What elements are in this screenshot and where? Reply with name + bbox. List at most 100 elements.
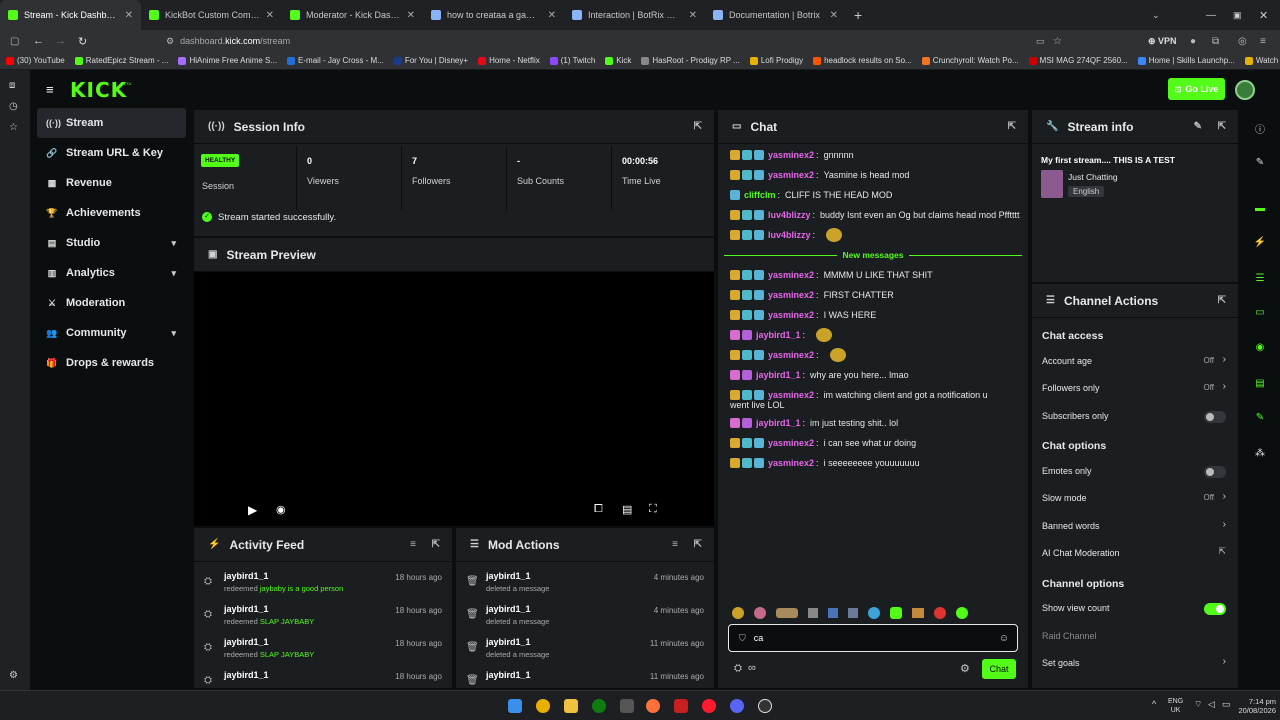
ai-moderation-setting[interactable]: AI Chat Moderation ⇱ xyxy=(1032,540,1238,568)
account-age-setting[interactable]: Account age Off › xyxy=(1032,348,1238,376)
hamburger-menu-icon[interactable]: ≡ xyxy=(46,82,54,97)
close-window-button[interactable]: ✕ xyxy=(1259,9,1268,22)
chat-username[interactable]: luv4blizzy xyxy=(768,225,811,245)
list-icon[interactable]: ☰ xyxy=(1250,268,1270,288)
broadcast-icon[interactable]: ◉ xyxy=(1250,337,1270,357)
subscribers-only-toggle[interactable] xyxy=(1204,410,1226,423)
close-tab-icon[interactable]: ✕ xyxy=(407,10,415,21)
browser-menu-icon[interactable]: ≡ xyxy=(1260,36,1266,47)
app-icon[interactable] xyxy=(674,699,688,713)
wrench-icon[interactable]: ✎ xyxy=(1250,407,1270,427)
bookmark-item[interactable]: Crunchyroll: Watch Po... xyxy=(921,56,1019,65)
bookmark-item[interactable]: Home - Netflix xyxy=(478,56,540,65)
filter-icon[interactable]: ≡ xyxy=(672,539,678,550)
activity-user[interactable]: jaybird1_1 xyxy=(224,637,269,647)
nav-item-stream-url-key[interactable]: 🔗 Stream URL & Key xyxy=(30,138,190,168)
activity-user[interactable]: jaybird1_1 xyxy=(224,604,269,614)
bookmark-item[interactable]: Watch Sword Art Onli... xyxy=(1244,56,1280,65)
emote-icon[interactable] xyxy=(956,607,968,619)
nav-item-achievements[interactable]: 🏆 Achievements xyxy=(30,198,190,228)
discord-icon[interactable] xyxy=(730,699,744,713)
emoji-picker-icon[interactable]: ☺ xyxy=(999,633,1009,644)
chat-username[interactable]: yasminex2 xyxy=(768,265,814,285)
volume-icon[interactable]: ◉ xyxy=(276,503,286,516)
mod-user[interactable]: jaybird1_1 xyxy=(486,637,531,647)
theater-mode-icon[interactable]: ⧠ xyxy=(594,503,603,516)
popout-icon[interactable]: ⇱ xyxy=(1218,295,1226,306)
bookmark-item[interactable]: RatedEpicz Stream - ... xyxy=(74,56,168,65)
emote-icon[interactable] xyxy=(776,608,798,618)
infinity-icon[interactable]: ∞ xyxy=(748,662,756,674)
sidebar-settings-icon[interactable]: ⚙ xyxy=(9,670,18,681)
nav-item-moderation[interactable]: ⚔ Moderation xyxy=(30,288,190,318)
windows-start-icon[interactable] xyxy=(508,699,522,713)
popout-icon[interactable]: ⇱ xyxy=(694,121,702,132)
chat-username[interactable]: jaybird1_1 xyxy=(756,365,801,385)
popout-icon[interactable]: ⇱ xyxy=(1218,121,1226,132)
obs-icon[interactable] xyxy=(758,699,772,713)
mod-user[interactable]: jaybird1_1 xyxy=(486,571,531,581)
opera-icon[interactable] xyxy=(702,699,716,713)
emote-icon[interactable] xyxy=(754,607,766,619)
edit-pencil-icon[interactable]: ✎ xyxy=(1250,152,1270,172)
close-tab-icon[interactable]: ✕ xyxy=(125,10,133,21)
chat-username[interactable]: yasminex2 xyxy=(768,345,814,365)
emote-icon[interactable] xyxy=(732,607,744,619)
filter-icon[interactable]: ≡ xyxy=(410,539,416,550)
tab-search-icon[interactable]: ⌄ xyxy=(1152,10,1160,21)
bookmark-star-icon[interactable]: ☆ xyxy=(1053,36,1062,47)
bookmark-item[interactable]: (30) YouTube xyxy=(6,56,65,65)
nav-item-community[interactable]: 👥 Community ▾ xyxy=(30,318,190,348)
close-tab-icon[interactable]: ✕ xyxy=(266,10,274,21)
chevron-down-icon[interactable]: ▾ xyxy=(171,328,176,339)
chat-username[interactable]: yasminex2 xyxy=(768,433,814,453)
user-avatar[interactable] xyxy=(1235,80,1255,100)
bookmark-item[interactable]: Kick xyxy=(605,56,631,65)
add-widget-icon[interactable]: ⁂ xyxy=(1250,443,1270,463)
chrome-icon[interactable] xyxy=(536,699,550,713)
activity-user[interactable]: jaybird1_1 xyxy=(224,571,269,581)
raid-channel-setting[interactable]: Raid Channel xyxy=(1032,623,1238,651)
reload-button[interactable]: ↻ xyxy=(78,35,87,48)
edit-icon[interactable]: ✎ xyxy=(1194,121,1202,132)
back-button[interactable]: ← xyxy=(33,35,44,47)
sliders-icon[interactable]: ▤ xyxy=(1250,373,1270,393)
screenshot-icon[interactable]: ▭ xyxy=(1036,36,1045,47)
nav-item-analytics[interactable]: ▥ Analytics ▾ xyxy=(30,258,190,288)
go-live-button[interactable]: ⊡ Go Live xyxy=(1168,78,1225,100)
maximize-button[interactable]: ▣ xyxy=(1233,10,1242,21)
bookmark-item[interactable]: MSI MAG 274QF 2560... xyxy=(1028,56,1128,65)
popout-icon[interactable]: ⇱ xyxy=(694,539,702,550)
chat-icon[interactable]: ▭ xyxy=(1250,302,1270,322)
workspaces-icon[interactable]: ⧈ xyxy=(9,80,15,91)
info-icon[interactable]: ⓘ xyxy=(1250,118,1270,138)
chevron-down-icon[interactable]: ▾ xyxy=(171,268,176,279)
card-icon[interactable]: ▬ xyxy=(1250,198,1270,218)
bookmark-item[interactable]: Home | Skills Launchp... xyxy=(1137,56,1235,65)
emote-icon[interactable] xyxy=(890,607,902,619)
chevron-down-icon[interactable]: ▾ xyxy=(171,238,176,249)
lightning-icon[interactable]: ⚡ xyxy=(1250,232,1270,252)
emote-icon[interactable] xyxy=(934,607,946,619)
wifi-icon[interactable]: ⌔ xyxy=(1194,699,1202,710)
history-icon[interactable]: ◷ xyxy=(9,101,18,112)
nav-item-revenue[interactable]: ▦ Revenue xyxy=(30,168,190,198)
mod-tools-icon[interactable]: ⛭ xyxy=(734,663,742,674)
browser-tab[interactable]: Stream - Kick Dashboard ✕ xyxy=(0,0,141,30)
chat-username[interactable]: yasminex2 xyxy=(768,285,814,305)
nav-item-studio[interactable]: ▤ Studio ▾ xyxy=(30,228,190,258)
mod-user[interactable]: jaybird1_1 xyxy=(486,670,531,680)
emote-icon[interactable] xyxy=(868,607,880,619)
chat-username[interactable]: luv4blizzy xyxy=(768,205,811,225)
emotes-only-toggle[interactable] xyxy=(1204,465,1226,478)
new-tab-button[interactable]: + xyxy=(854,7,862,23)
bookmark-item[interactable]: HiAnime Free Anime S... xyxy=(178,56,277,65)
volume-icon[interactable]: ◁ xyxy=(1208,699,1215,710)
chat-input[interactable]: ⛉ ca ☺ xyxy=(728,624,1018,652)
chat-username[interactable]: jaybird1_1 xyxy=(756,413,801,433)
file-explorer-icon[interactable] xyxy=(564,699,578,713)
play-button[interactable]: ▶ xyxy=(248,503,257,517)
chat-send-button[interactable]: Chat xyxy=(982,659,1016,679)
xbox-icon[interactable] xyxy=(592,699,606,713)
browser-tab[interactable]: KickBot Custom Commands ✕ xyxy=(141,0,282,30)
